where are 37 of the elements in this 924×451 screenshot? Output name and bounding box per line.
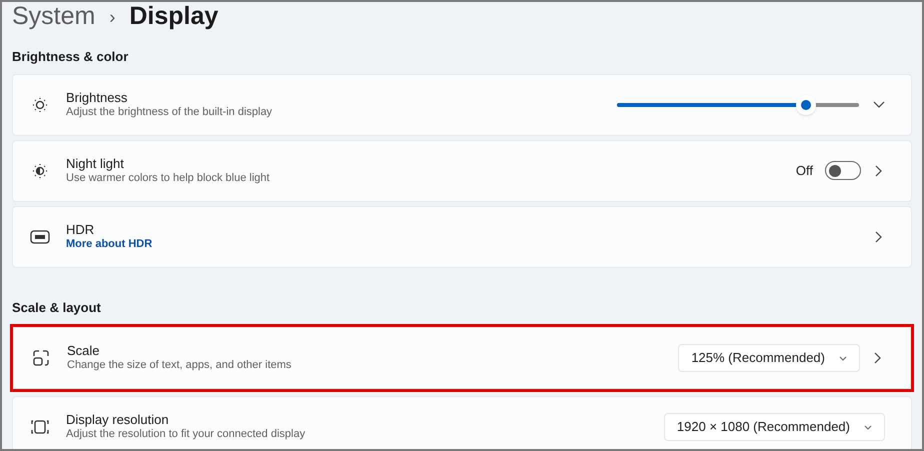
chevron-down-icon[interactable] <box>873 100 885 108</box>
brightness-slider[interactable] <box>617 94 859 114</box>
setting-title: Brightness <box>66 90 128 104</box>
chevron-right-icon[interactable] <box>875 230 883 242</box>
slider-thumb[interactable] <box>796 94 816 114</box>
section-heading: Scale & layout <box>12 298 102 317</box>
screen-resize-icon <box>30 418 50 436</box>
chevron-right-icon[interactable] <box>875 164 883 176</box>
hdr-icon <box>30 230 50 244</box>
setting-title: Night light <box>66 156 125 170</box>
chevron-right-icon[interactable] <box>874 352 882 364</box>
setting-card[interactable]: Display resolution Adjust the resolution to fit your connected display 1920 × 1080 (Recommended) <box>12 396 912 449</box>
setting-title: Display resolution <box>66 412 170 427</box>
toggle-switch[interactable] <box>825 161 861 180</box>
toggle-state-label: Off <box>796 162 813 180</box>
setting-title: HDR <box>66 222 96 236</box>
chevron-down-icon <box>839 356 847 360</box>
dropdown[interactable]: 125% (Recommended) <box>678 344 860 372</box>
chevron-down-icon <box>864 424 872 430</box>
setting-card[interactable]: HDR More about HDR <box>12 206 912 268</box>
setting-description: Use warmer colors to help block blue light <box>66 171 271 186</box>
breadcrumb-parent[interactable]: System <box>12 2 96 36</box>
setting-description: Change the size of text, apps, and other items <box>67 358 292 373</box>
setting-description: Adjust the resolution to fit your connected display <box>66 427 306 442</box>
sun-icon <box>31 96 49 114</box>
setting-card[interactable]: Night light Use warmer colors to help block blue light Off <box>12 140 912 202</box>
breadcrumb-separator: › <box>109 6 116 28</box>
dropdown[interactable]: 1920 × 1080 (Recommended) <box>664 413 885 441</box>
half-sun-icon <box>31 162 49 180</box>
more-link[interactable]: More about HDR <box>66 236 861 252</box>
setting-card[interactable]: Scale Change the size of text, apps, and other items 125% (Recommended) <box>13 327 911 389</box>
page-title: Display <box>129 2 218 32</box>
setting-card[interactable]: Brightness Adjust the brightness of the built-in display <box>12 74 912 136</box>
setting-title: Scale <box>67 343 101 358</box>
section-heading: Brightness & color <box>12 48 130 66</box>
scale-icon <box>32 349 50 367</box>
setting-description: Adjust the brightness of the built-in display <box>66 105 274 120</box>
